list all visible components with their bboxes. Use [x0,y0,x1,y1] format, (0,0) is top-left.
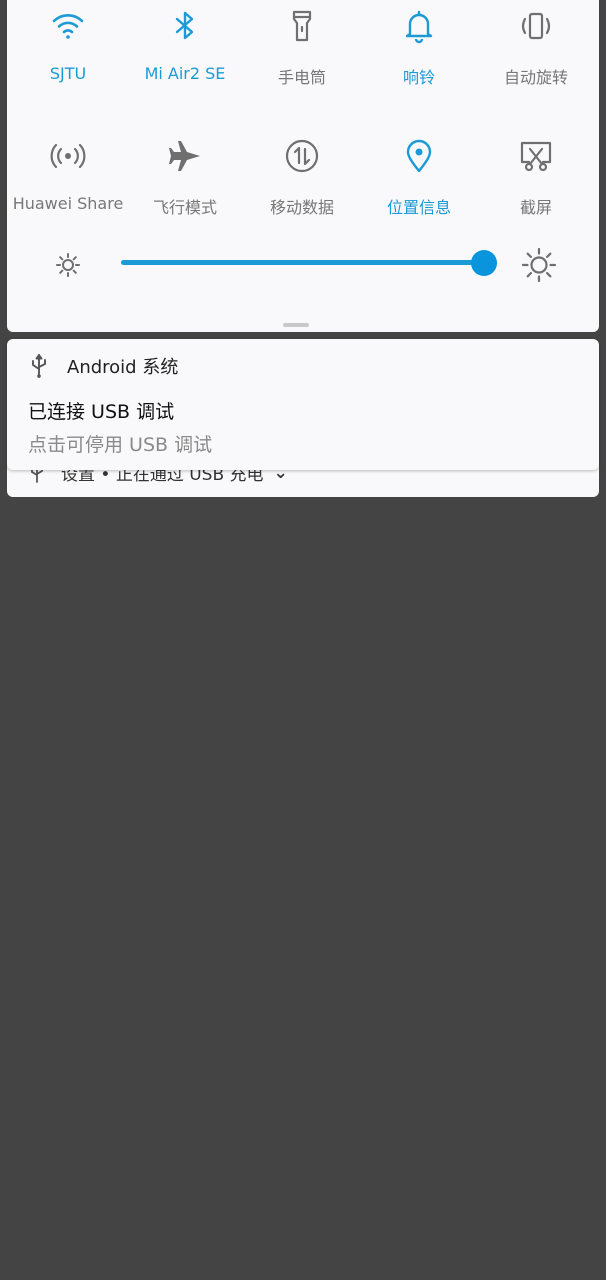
brightness-high-icon [521,247,557,283]
quick-settings-panel: SJTU Mi Air2 SE 手电筒 响铃 自动旋转 Huawei Share… [7,0,599,332]
wifi-icon [48,6,88,46]
tile-airplane-label: 飞行模式 [152,198,217,217]
brightness-low-icon [56,253,80,277]
airplane-icon [165,136,205,176]
brightness-slider-row [7,243,599,287]
location-icon [399,136,439,176]
bell-icon [399,6,439,46]
tile-mobile-data-label: 移动数据 [269,198,334,217]
tile-ring-label: 响铃 [402,68,435,87]
flashlight-icon [282,6,322,46]
tile-flashlight[interactable]: 手电筒 [244,6,360,96]
tile-location[interactable]: 位置信息 [361,136,477,226]
tile-flashlight-label: 手电筒 [277,68,326,87]
notification-usb-debugging[interactable]: Android 系统 已连接 USB 调试 点击可停用 USB 调试 [7,339,599,470]
tile-huawei-share-label: Huawei Share [12,194,124,213]
notification-title: 已连接 USB 调试 [28,401,175,423]
screenshot-icon [516,136,556,176]
tile-bluetooth-label: Mi Air2 SE [144,64,226,83]
brightness-track[interactable] [121,260,485,265]
tile-wifi[interactable]: SJTU [10,6,126,96]
mobile-data-icon [282,136,322,176]
tile-ring[interactable]: 响铃 [361,6,477,96]
bluetooth-icon [165,6,205,46]
rotate-icon [516,6,556,46]
tile-autorotate-label: 自动旋转 [503,68,568,87]
tile-screenshot[interactable]: 截屏 [478,136,594,226]
tile-screenshot-label: 截屏 [519,198,552,217]
tile-huawei-share[interactable]: Huawei Share [10,136,126,226]
tile-location-label: 位置信息 [386,198,451,217]
brightness-thumb[interactable] [471,250,497,276]
notification-header: Android 系统 [29,353,178,379]
usb-icon [32,354,46,378]
notification-text: 点击可停用 USB 调试 [28,434,213,456]
tile-airplane[interactable]: 飞行模式 [127,136,243,226]
panel-drag-handle[interactable] [283,323,309,327]
tile-mobile-data[interactable]: 移动数据 [244,136,360,226]
tile-autorotate[interactable]: 自动旋转 [478,6,594,96]
notification-app-name: Android 系统 [67,357,179,378]
tile-bluetooth[interactable]: Mi Air2 SE [127,6,243,96]
share-icon [48,136,88,176]
tile-wifi-label: SJTU [49,64,87,83]
